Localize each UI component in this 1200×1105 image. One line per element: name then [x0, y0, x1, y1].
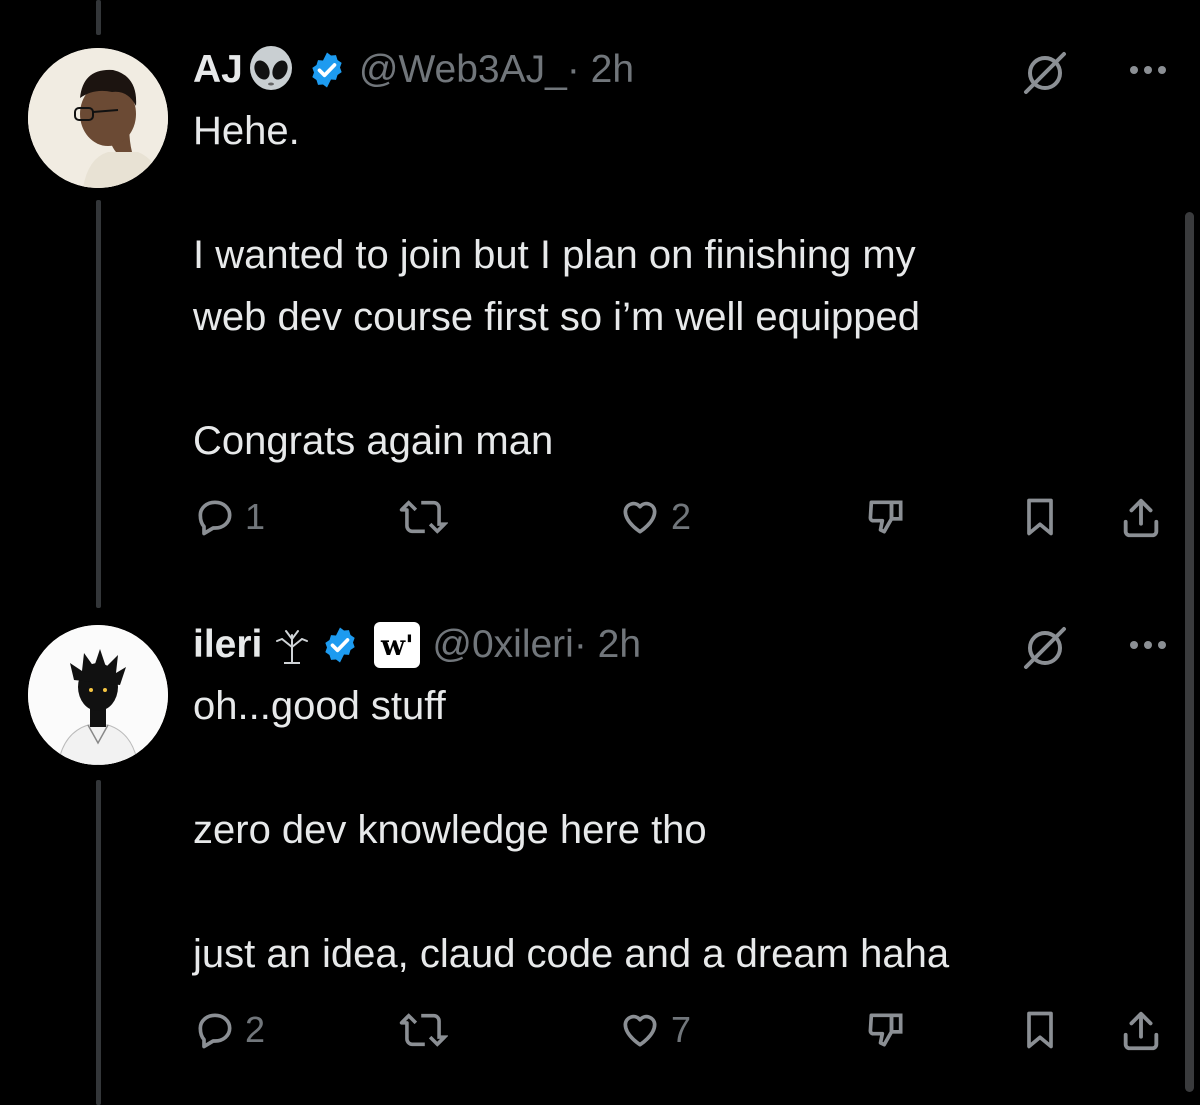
display-name[interactable]: AJ [193, 48, 243, 92]
reply-button[interactable]: 2 [193, 1008, 265, 1052]
reply-button[interactable]: 1 [193, 495, 265, 539]
seedling-glyph-icon [274, 625, 310, 665]
tweet[interactable]: AJ @Web3AJ_ · 2h Hehe. I wanted to join … [193, 40, 1170, 538]
more-icon[interactable] [1126, 60, 1170, 85]
timestamp[interactable]: · 2h [574, 623, 641, 667]
grok-icon[interactable] [1020, 48, 1070, 103]
avatar[interactable] [28, 48, 168, 188]
reply-icon [198, 500, 232, 536]
handle[interactable]: @0xileri [432, 623, 573, 667]
action-bar: 1 2 [193, 495, 1170, 545]
like-button[interactable]: 2 [617, 495, 691, 539]
reply-count: 1 [245, 496, 266, 537]
verified-badge-icon[interactable] [320, 625, 360, 665]
timestamp[interactable]: · 2h [567, 48, 634, 92]
like-count: 2 [671, 496, 692, 537]
repost-icon [399, 1013, 448, 1047]
tweet-text: oh...good stuff zero dev knowledge here … [193, 684, 950, 976]
downvote-button[interactable] [863, 1008, 909, 1052]
like-count: 7 [671, 1009, 692, 1050]
thread-line-top [96, 0, 101, 35]
affiliate-badge[interactable]: w' [374, 622, 421, 668]
bookmark-button[interactable] [1018, 1008, 1062, 1052]
bookmark-icon [1027, 498, 1053, 536]
like-icon [623, 501, 657, 534]
action-bar: 2 7 [193, 1008, 1170, 1058]
reply-icon [198, 1013, 232, 1049]
share-icon [1123, 498, 1159, 538]
downvote-icon [868, 1013, 903, 1047]
bookmark-button[interactable] [1018, 495, 1062, 539]
repost-button[interactable] [398, 1008, 456, 1052]
bookmark-icon [1027, 1011, 1053, 1049]
avatar[interactable] [28, 625, 168, 765]
tweet[interactable]: ileri w' @0xileri · 2h oh...good stuff z… [193, 615, 1170, 1051]
share-button[interactable] [1118, 495, 1164, 541]
tweet-text: Hehe. I wanted to join but I plan on fin… [193, 109, 921, 463]
handle[interactable]: @Web3AJ_ [359, 48, 567, 92]
scrollbar[interactable] [1185, 212, 1194, 1092]
like-button[interactable]: 7 [617, 1008, 691, 1052]
reply-count: 2 [245, 1009, 266, 1050]
alien-emoji-icon [245, 44, 297, 96]
grok-icon[interactable] [1020, 623, 1070, 678]
display-name[interactable]: ileri [193, 623, 262, 667]
more-icon[interactable] [1126, 635, 1170, 660]
repost-icon [399, 500, 448, 534]
share-icon [1123, 1011, 1159, 1051]
thread-line-middle [96, 200, 101, 608]
share-button[interactable] [1118, 1008, 1164, 1054]
downvote-icon [868, 500, 903, 534]
repost-button[interactable] [398, 495, 456, 539]
verified-badge-icon[interactable] [307, 50, 347, 90]
thread-line-bottom [96, 780, 101, 1105]
downvote-button[interactable] [863, 495, 909, 539]
like-icon [623, 1014, 657, 1047]
